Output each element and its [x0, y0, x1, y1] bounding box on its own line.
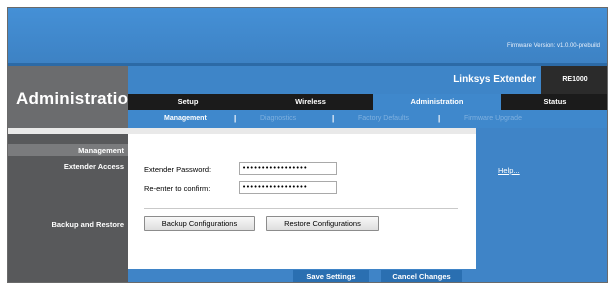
action-bar: Save Settings Cancel Changes [128, 269, 476, 282]
nav-spacer [8, 128, 128, 134]
confirm-password-field[interactable]: ••••••••••••••••• [239, 181, 337, 194]
management-label: Management [78, 146, 124, 155]
submenu-separator: | [438, 114, 441, 123]
tab-status[interactable]: Status [501, 94, 607, 110]
firmware-version: Firmware Version: v1.0.00-prebuild [506, 43, 600, 49]
restore-configurations-button[interactable]: Restore Configurations [266, 216, 379, 231]
product-name: Linksys Extender [453, 74, 536, 85]
tab-setup[interactable]: Setup [128, 94, 248, 110]
tab-administration[interactable]: Administration [373, 94, 501, 110]
extender-access-label: Extender Access [63, 162, 124, 171]
section-header: Administration [8, 66, 139, 128]
router-admin-window: Firmware Version: v1.0.00-prebuild Admin… [7, 7, 608, 283]
password-label: Extender Password: [144, 165, 212, 174]
cancel-changes-button[interactable]: Cancel Changes [381, 270, 462, 282]
section-divider [144, 208, 458, 209]
save-settings-button[interactable]: Save Settings [293, 270, 369, 282]
subtab-management[interactable]: Management [164, 110, 207, 128]
backup-configurations-button[interactable]: Backup Configurations [144, 216, 255, 231]
tab-wireless[interactable]: Wireless [248, 94, 373, 110]
top-banner: Firmware Version: v1.0.00-prebuild [8, 8, 607, 63]
model-badge: RE1000 [541, 66, 607, 94]
main-tabs: Setup Wireless Administration Status [128, 94, 607, 110]
submenu-separator: | [234, 114, 237, 123]
submenu-separator: | [332, 114, 335, 123]
confirm-password-label: Re-enter to confirm: [144, 184, 211, 193]
subtab-diagnostics[interactable]: Diagnostics [260, 110, 296, 128]
settings-panel: Extender Password: ••••••••••••••••• Re-… [128, 134, 476, 269]
sub-navigation: Management | Diagnostics | Factory Defau… [128, 110, 607, 128]
help-panel: Help... [476, 134, 607, 282]
password-field[interactable]: ••••••••••••••••• [239, 162, 337, 175]
product-bar: Linksys Extender RE1000 [128, 66, 607, 94]
page-title: Administration [16, 89, 139, 108]
subtab-factory-defaults[interactable]: Factory Defaults [358, 110, 409, 128]
subtab-firmware-upgrade[interactable]: Firmware Upgrade [464, 110, 522, 128]
help-link[interactable]: Help... [498, 166, 520, 175]
backup-restore-label: Backup and Restore [51, 220, 124, 229]
